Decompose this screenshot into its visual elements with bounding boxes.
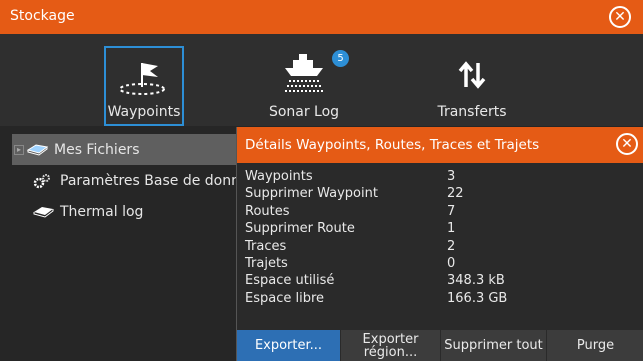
detail-row: Traces 2 <box>245 239 635 256</box>
details-dialog: Détails Waypoints, Routes, Traces et Tra… <box>236 127 643 361</box>
detail-key: Supprimer Route <box>245 221 355 237</box>
expand-icon[interactable]: ▸ <box>14 144 24 155</box>
window-titlebar: Stockage ✕ <box>0 0 643 34</box>
details-table: Waypoints 3 Supprimer Waypoint 22 Routes 7 … <box>245 169 635 308</box>
detail-key: Espace libre <box>245 290 325 306</box>
tool-waypoints[interactable]: Waypoints <box>104 46 184 126</box>
tool-transfers-label: Transferts <box>437 104 507 120</box>
detail-key: Waypoints <box>245 169 313 184</box>
detail-key: Supprimer Waypoint <box>245 186 378 202</box>
tool-sonar-log-label: Sonar Log <box>268 104 340 120</box>
detail-row: Supprimer Waypoint 22 <box>245 186 635 203</box>
dialog-title: Détails Waypoints, Routes, Traces et Tra… <box>245 137 540 153</box>
storage-card-icon <box>26 143 50 157</box>
detail-value: 1 <box>447 221 456 237</box>
tree-item-label: Thermal log <box>60 203 144 220</box>
tool-transfers[interactable]: Transferts <box>432 46 512 126</box>
settings-gears-icon <box>32 173 56 188</box>
detail-key: Traces <box>245 238 287 254</box>
transfer-arrows-icon <box>432 52 512 98</box>
detail-value: 22 <box>447 186 464 202</box>
storage-toolbar: Waypoints 5 Sonar Log Transferts <box>0 34 643 126</box>
waypoint-flag-icon <box>106 54 186 100</box>
tree-item-label: Paramètres Base de données <box>60 172 265 189</box>
detail-value: 7 <box>447 203 456 219</box>
detail-value: 2 <box>447 238 456 254</box>
detail-key: Trajets <box>245 255 288 271</box>
sonar-log-badge: 5 <box>332 50 349 67</box>
tree-item-label: Mes Fichiers <box>54 141 140 158</box>
storage-window: Stockage ✕ Waypoints 5 Sonar Log Transfe… <box>0 0 643 361</box>
detail-row: Espace utilisé 348.3 kB <box>245 273 635 290</box>
purge-button[interactable]: Purge <box>547 330 643 361</box>
window-title: Stockage <box>10 8 75 24</box>
export-button[interactable]: Exporter... <box>237 330 341 361</box>
detail-row: Espace libre 166.3 GB <box>245 291 635 308</box>
detail-key: Espace utilisé <box>245 273 335 289</box>
detail-row: Routes 7 <box>245 204 635 221</box>
detail-value: 3 <box>447 169 456 184</box>
close-icon[interactable]: ✕ <box>616 133 638 155</box>
detail-row: Trajets 0 <box>245 256 635 273</box>
detail-key: Routes <box>245 203 290 219</box>
storage-card-icon <box>32 205 56 219</box>
tool-sonar-log[interactable]: 5 Sonar Log <box>264 46 349 126</box>
detail-value: 348.3 kB <box>447 273 505 289</box>
export-region-button[interactable]: Exporter région... <box>341 330 441 361</box>
close-icon[interactable]: ✕ <box>609 6 631 28</box>
dialog-button-bar: Exporter... Exporter région... Supprimer… <box>237 330 643 361</box>
detail-value: 166.3 GB <box>447 290 508 306</box>
detail-row: Supprimer Route 1 <box>245 221 635 238</box>
tool-waypoints-label: Waypoints <box>107 104 181 120</box>
dialog-titlebar: Détails Waypoints, Routes, Traces et Tra… <box>237 127 643 163</box>
detail-value: 0 <box>447 255 456 271</box>
detail-row: Waypoints 3 <box>245 169 635 186</box>
delete-all-button[interactable]: Supprimer tout <box>441 330 547 361</box>
